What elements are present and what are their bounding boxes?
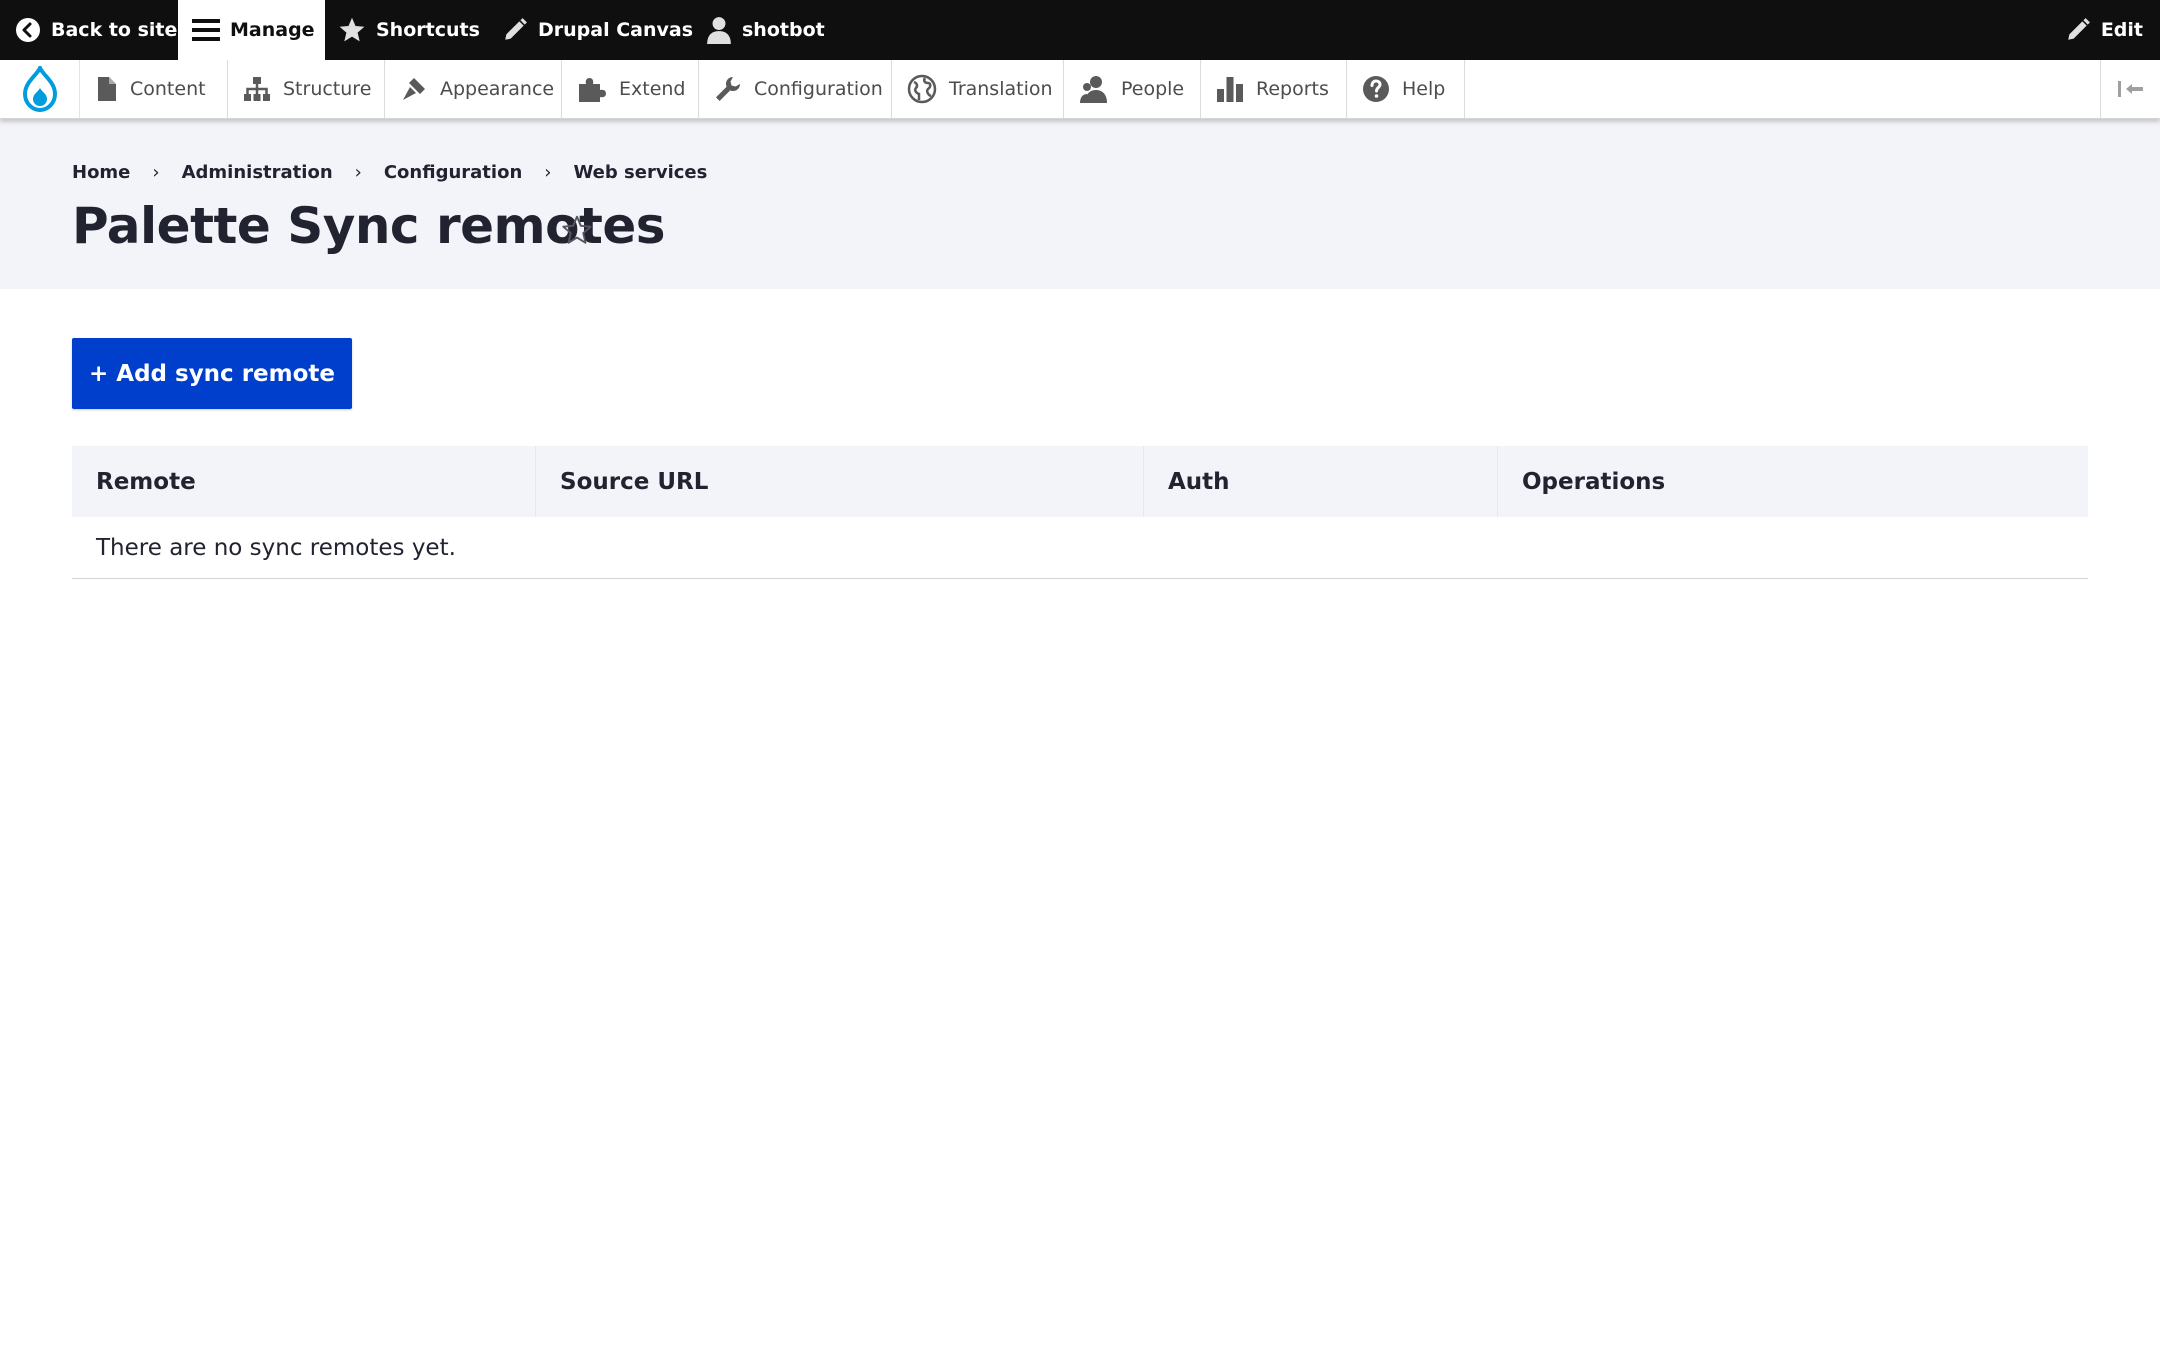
people-icon (1080, 76, 1107, 103)
manage-tray: Content Structure Appearance Extend Conf… (0, 60, 2160, 119)
tray-item-extend[interactable]: Extend (562, 60, 699, 118)
tray-item-people[interactable]: People (1064, 60, 1201, 118)
tray-item-label: Configuration (754, 78, 883, 100)
breadcrumb-home[interactable]: Home (72, 162, 130, 183)
tray-orientation-toggle[interactable] (2100, 60, 2160, 118)
star-icon (339, 17, 365, 42)
tray-item-label: Extend (619, 78, 686, 100)
tray-item-content[interactable]: Content (81, 60, 228, 118)
tray-item-label: Structure (283, 78, 372, 100)
globe-icon (907, 74, 937, 104)
page-header: Home › Administration › Configuration › … (0, 119, 2160, 289)
breadcrumb: Home › Administration › Configuration › … (72, 162, 707, 183)
tray-item-configuration[interactable]: Configuration (699, 60, 892, 118)
tray-item-label: Help (1402, 78, 1446, 100)
puzzle-icon (579, 78, 606, 102)
breadcrumb-administration[interactable]: Administration (182, 162, 333, 183)
column-header-remote: Remote (72, 446, 536, 517)
pencil-icon (505, 18, 527, 40)
back-to-site-label: Back to site (51, 19, 178, 41)
back-arrow-icon (16, 18, 40, 42)
manage-label: Manage (230, 19, 315, 41)
user-icon (707, 17, 731, 44)
column-header-auth: Auth (1144, 446, 1498, 517)
drupal-logo-link[interactable] (0, 60, 80, 118)
table-header: Remote Source URL Auth Operations (72, 446, 2088, 517)
breadcrumb-separator: › (544, 162, 552, 183)
collapse-arrow-icon (2117, 81, 2143, 97)
help-icon (1363, 76, 1389, 102)
admin-toolbar: Back to site Manage Shortcuts Drupal Can… (0, 0, 2160, 60)
drupal-drop-icon (22, 66, 57, 112)
add-sync-remote-button[interactable]: + Add sync remote (72, 338, 352, 409)
file-icon (98, 77, 116, 101)
breadcrumb-web-services[interactable]: Web services (573, 162, 707, 183)
tray-item-label: Translation (949, 78, 1053, 100)
breadcrumb-separator: › (354, 162, 362, 183)
drupal-canvas-label: Drupal Canvas (538, 19, 694, 41)
shortcuts-tab[interactable]: Shortcuts (338, 0, 480, 60)
edit-label: Edit (2100, 19, 2143, 41)
column-header-source-url: Source URL (536, 446, 1144, 517)
paintbrush-icon (403, 78, 425, 100)
manage-tab[interactable]: Manage (178, 0, 325, 60)
breadcrumb-separator: › (152, 162, 160, 183)
sync-remotes-table: Remote Source URL Auth Operations There … (72, 446, 2088, 579)
tray-item-translation[interactable]: Translation (892, 60, 1064, 118)
tray-item-help[interactable]: Help (1347, 60, 1465, 118)
username-label: shotbot (742, 19, 825, 41)
tray-item-structure[interactable]: Structure (228, 60, 385, 118)
tray-item-label: Reports (1256, 78, 1329, 100)
back-to-site-link[interactable]: Back to site (15, 0, 177, 60)
add-shortcut-star-icon[interactable] (561, 214, 593, 246)
bar-chart-icon (1217, 77, 1243, 102)
breadcrumb-configuration[interactable]: Configuration (384, 162, 522, 183)
tray-item-label: People (1121, 78, 1185, 100)
tray-item-appearance[interactable]: Appearance (385, 60, 562, 118)
pencil-icon (2068, 18, 2090, 40)
shortcuts-label: Shortcuts (376, 19, 480, 41)
edit-toggle[interactable]: Edit (2065, 0, 2143, 60)
tray-item-label: Appearance (440, 78, 555, 100)
drupal-canvas-tab[interactable]: Drupal Canvas (502, 0, 693, 60)
tray-item-reports[interactable]: Reports (1201, 60, 1347, 118)
column-header-operations: Operations (1522, 468, 1666, 495)
tray-item-label: Content (130, 78, 206, 100)
hamburger-icon (192, 19, 220, 41)
wrench-icon (716, 77, 740, 101)
sitemap-icon (244, 77, 270, 101)
empty-table-message: There are no sync remotes yet. (72, 517, 2088, 579)
user-tab[interactable]: shotbot (706, 0, 825, 60)
